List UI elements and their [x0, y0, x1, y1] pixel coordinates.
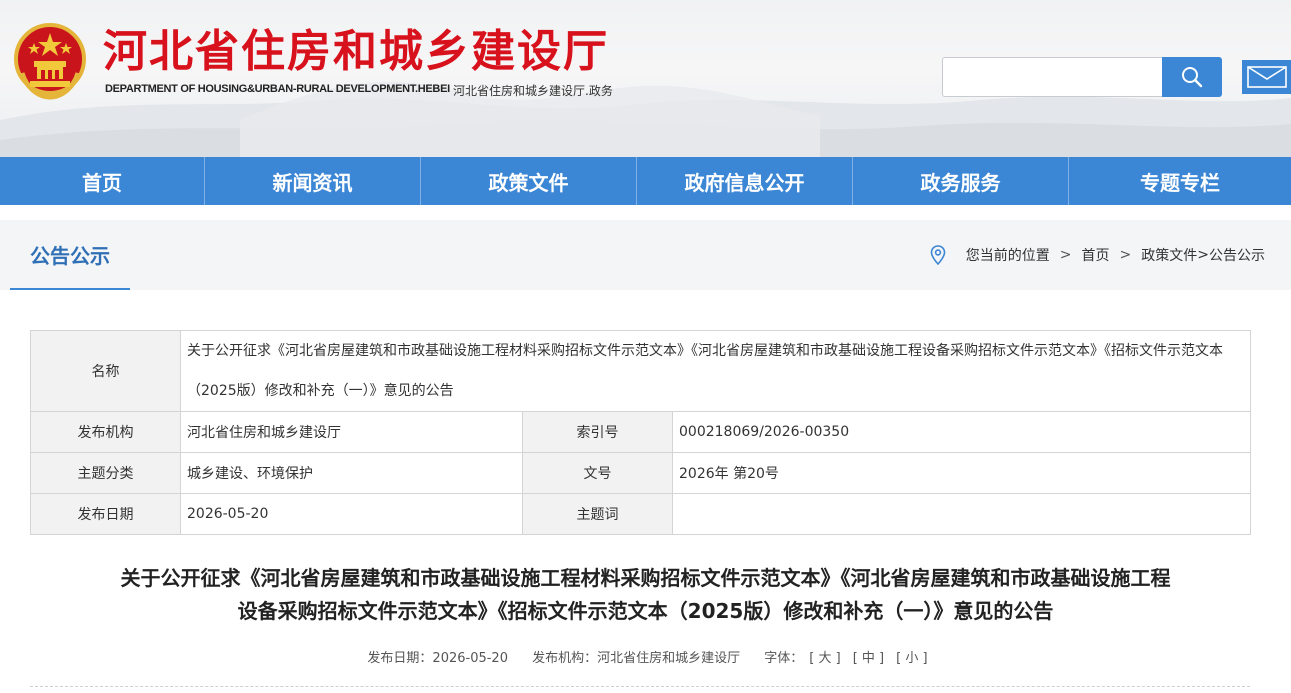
- site-subtitle-chinese: 河北省住房和城乡建设厅.政务: [453, 84, 613, 98]
- doc-number-label: 文号: [522, 452, 673, 494]
- section-title: 公告公示: [10, 220, 130, 290]
- search-input[interactable]: [942, 57, 1164, 97]
- index-label: 索引号: [522, 411, 673, 453]
- name-label: 名称: [30, 330, 181, 412]
- national-emblem-icon: [14, 23, 86, 100]
- breadcrumb-separator: >: [1197, 247, 1209, 263]
- mail-button[interactable]: [1242, 60, 1291, 94]
- keyword-label: 主题词: [522, 493, 673, 535]
- search-button[interactable]: [1162, 57, 1222, 97]
- meta-font-label: 字体：: [764, 651, 804, 666]
- table-row: 主题分类 城乡建设、环境保护 文号 2026年 第20号: [30, 452, 1252, 494]
- font-small-button[interactable]: [ 小 ]: [896, 651, 927, 666]
- breadcrumb-prefix: 您当前的位置: [965, 248, 1050, 264]
- breadcrumb-current-link[interactable]: 公告公示: [1209, 245, 1265, 265]
- section-bar: 公告公示 您当前的位置 > 首页 > 政策文件 > 公告公示: [0, 220, 1291, 290]
- nav-item-topics[interactable]: 专题专栏: [1069, 157, 1291, 205]
- breadcrumb-separator: >: [1059, 247, 1072, 263]
- main-nav: 首页 新闻资讯 政策文件 政府信息公开 政务服务 专题专栏: [0, 157, 1291, 205]
- font-medium-button[interactable]: [ 中 ]: [853, 651, 884, 666]
- search-icon: [1182, 67, 1203, 88]
- font-large-button[interactable]: [ 大 ]: [809, 651, 840, 666]
- article-meta: 发布日期：2026-05-20 发布机构：河北省住房和城乡建设厅 字体： [ 大 …: [0, 647, 1291, 666]
- nav-item-news[interactable]: 新闻资讯: [205, 157, 421, 205]
- name-value: 关于公开征求《河北省房屋建筑和市政基础设施工程材料采购招标文件示范文本》《河北省…: [179, 330, 1252, 412]
- publisher-label: 发布机构: [30, 411, 181, 453]
- table-row: 发布日期 2026-05-20 主题词: [30, 493, 1252, 535]
- topic-value: 城乡建设、环境保护: [180, 452, 523, 494]
- breadcrumb-separator: >: [1119, 247, 1132, 263]
- location-pin-icon: [930, 245, 946, 265]
- content-divider: [30, 686, 1250, 687]
- article-title: 关于公开征求《河北省房屋建筑和市政基础设施工程材料采购招标文件示范文本》《河北省…: [40, 562, 1251, 628]
- nav-item-gov-info[interactable]: 政府信息公开: [637, 157, 853, 205]
- index-value: 000218069/2026-00350: [671, 411, 1252, 453]
- breadcrumb: 您当前的位置 > 首页 > 政策文件 > 公告公示: [930, 220, 1265, 290]
- keyword-value: [671, 493, 1252, 535]
- publisher-value: 河北省住房和城乡建设厅: [180, 411, 523, 453]
- nav-item-services[interactable]: 政务服务: [853, 157, 1069, 205]
- date-label: 发布日期: [30, 493, 181, 535]
- document-info-table: 名称 关于公开征求《河北省房屋建筑和市政基础设施工程材料采购招标文件示范文本》《…: [30, 330, 1252, 535]
- table-row: 发布机构 河北省住房和城乡建设厅 索引号 000218069/2026-0035…: [30, 411, 1252, 453]
- article-title-line-1: 关于公开征求《河北省房屋建筑和市政基础设施工程材料采购招标文件示范文本》《河北省…: [120, 566, 1171, 590]
- breadcrumb-home-link[interactable]: 首页: [1082, 245, 1110, 265]
- meta-date: 发布日期：2026-05-20: [367, 651, 508, 666]
- meta-publisher: 发布机构：河北省住房和城乡建设厅: [532, 651, 741, 666]
- breadcrumb-category-link[interactable]: 政策文件: [1141, 245, 1197, 265]
- nav-item-policy[interactable]: 政策文件: [421, 157, 637, 205]
- article-title-line-2: 设备采购招标文件示范文本》《招标文件示范文本（2025版）修改和补充（一）》意见…: [237, 599, 1054, 623]
- date-value: 2026-05-20: [180, 493, 523, 535]
- site-header: 河北省住房和城乡建设厅 DEPARTMENT OF HOUSING&URBAN-…: [0, 0, 1291, 157]
- topic-label: 主题分类: [30, 452, 181, 494]
- site-subtitle-english: DEPARTMENT OF HOUSING&URBAN-RURAL DEVELO…: [105, 83, 450, 95]
- table-row: 名称 关于公开征求《河北省房屋建筑和市政基础设施工程材料采购招标文件示范文本》《…: [30, 330, 1252, 412]
- doc-number-value: 2026年 第20号: [671, 452, 1252, 494]
- mail-icon: [1246, 66, 1287, 88]
- nav-item-home[interactable]: 首页: [0, 157, 205, 205]
- site-title: 河北省住房和城乡建设厅: [103, 26, 609, 77]
